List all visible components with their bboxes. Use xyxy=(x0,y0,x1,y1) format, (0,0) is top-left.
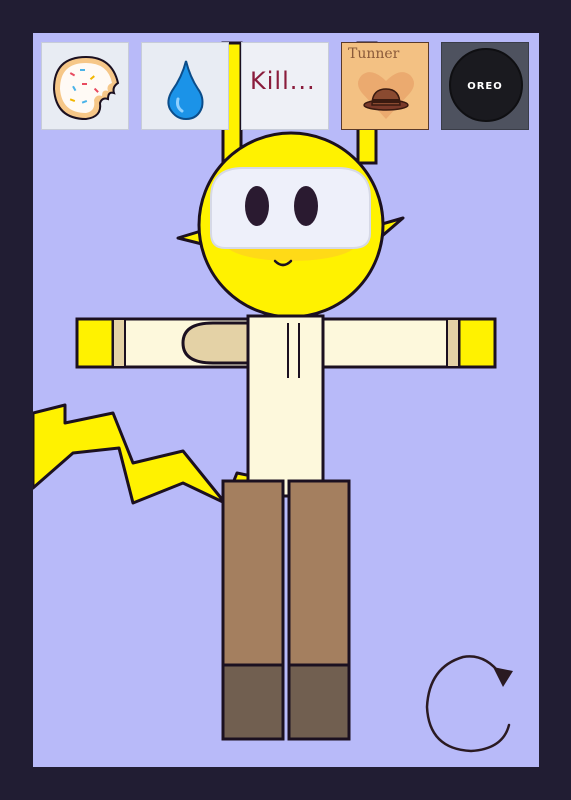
hat-card-icon xyxy=(358,72,414,119)
legs xyxy=(221,479,351,741)
item-slot-water[interactable] xyxy=(141,42,229,130)
rotate-arrow-icon xyxy=(425,655,513,753)
item-slot-kill-note[interactable]: Kill... xyxy=(241,42,329,130)
item-slot-cookie[interactable] xyxy=(41,42,129,130)
left-eye xyxy=(245,186,269,226)
item-bar: Kill... Tunner OREO xyxy=(33,33,539,143)
item-slot-oreo[interactable]: OREO xyxy=(441,42,529,130)
item-slot-tunner-card[interactable]: Tunner xyxy=(341,42,429,130)
water-drop-icon xyxy=(167,60,204,121)
game-frame: Kill... Tunner OREO xyxy=(0,0,571,800)
oreo-label: OREO xyxy=(467,81,503,92)
right-boot xyxy=(287,663,351,741)
frosted-cookie-icon xyxy=(52,55,120,121)
kill-note-label: Kill... xyxy=(250,67,316,95)
character-stage: Kill... Tunner OREO xyxy=(33,33,539,767)
right-eye xyxy=(294,186,318,226)
left-hand xyxy=(75,317,115,369)
right-hand xyxy=(457,317,497,369)
left-boot xyxy=(221,663,285,741)
rotate-button[interactable] xyxy=(415,645,525,765)
torso xyxy=(246,314,325,498)
